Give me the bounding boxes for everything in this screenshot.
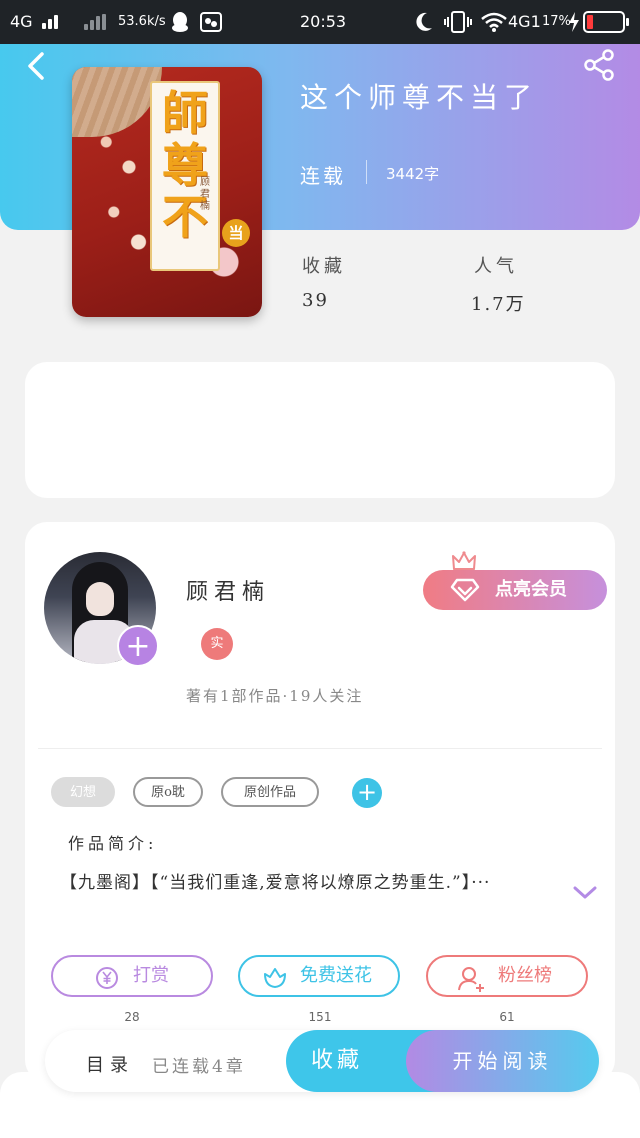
- stat-value-popularity: 1.7万: [471, 294, 526, 315]
- stat-label-popularity: 人气: [474, 256, 518, 277]
- send-flower-button[interactable]: 免费送花: [238, 955, 400, 997]
- serial-info[interactable]: 已连载4章: [152, 1052, 246, 1077]
- avatar-face: [86, 582, 114, 616]
- fan-rank-button-label: 粉丝榜: [498, 965, 552, 986]
- empty-card: [25, 362, 615, 498]
- flower-icon: [264, 968, 286, 988]
- network-speed: 53.6k/s: [118, 14, 166, 29]
- verified-badge: 实: [201, 628, 233, 660]
- network-type: 4G: [10, 12, 33, 31]
- moon-icon: [416, 12, 432, 31]
- chevron-down-icon[interactable]: [572, 884, 598, 902]
- share-icon[interactable]: [582, 48, 616, 82]
- vip-button-label: 点亮会员: [495, 579, 567, 600]
- diamond-icon: [450, 578, 480, 602]
- yen-icon: [96, 967, 118, 989]
- intro-label: 作品简介:: [68, 834, 158, 853]
- cover-author-art: 顾君楠: [200, 177, 210, 212]
- qq-icon: [172, 12, 188, 32]
- add-tag-button[interactable]: +: [352, 778, 382, 808]
- intro-text: 【九墨阁】【“当我们重逢,爱意将以燎原之势重生.”】···: [60, 873, 491, 893]
- toc-button[interactable]: 目录: [86, 1051, 134, 1077]
- battery-icon: [583, 11, 629, 33]
- cover-fan-art: [72, 67, 162, 137]
- book-title: 这个师尊不当了: [300, 81, 539, 114]
- tip-button[interactable]: 打赏: [51, 955, 213, 997]
- status-divider: [366, 160, 367, 184]
- fan-count: 61: [499, 1010, 515, 1024]
- tag-fantasy[interactable]: 幻想: [51, 777, 115, 807]
- author-name[interactable]: 顾君楠: [186, 574, 270, 606]
- clock: 20:53: [300, 12, 347, 31]
- tag-bl[interactable]: 原o耽: [133, 777, 203, 807]
- author-stats: 著有1部作品·19人关注: [186, 687, 364, 705]
- signal-icon: [42, 14, 60, 33]
- follow-plus-icon[interactable]: +: [117, 625, 159, 667]
- tip-button-label: 打赏: [133, 965, 169, 986]
- battery-percent: 17%: [542, 14, 571, 29]
- flower-count: 151: [308, 1010, 332, 1024]
- cover-title-art: 師尊不: [162, 86, 208, 244]
- cover-badge: 当: [222, 219, 250, 247]
- crown-icon: [452, 551, 476, 570]
- fan-rank-button[interactable]: 粉丝榜: [426, 955, 588, 997]
- network-type-2: 4G1: [508, 12, 541, 31]
- charging-icon: [569, 12, 579, 32]
- section-divider: [38, 748, 602, 749]
- stat-label-collect: 收藏: [302, 256, 346, 277]
- vip-button[interactable]: 点亮会员: [423, 570, 607, 610]
- send-flower-button-label: 免费送花: [300, 965, 372, 986]
- start-reading-button[interactable]: 开始阅读: [406, 1030, 599, 1092]
- tag-original[interactable]: 原创作品: [221, 777, 319, 807]
- stat-value-collect: 39: [302, 290, 329, 311]
- status-bar: 4G 53.6k/s 20:53 4G1 17%: [0, 0, 640, 44]
- tip-count: 28: [124, 1010, 140, 1024]
- book-status: 连载: [300, 164, 346, 188]
- word-count: 3442字: [386, 165, 440, 183]
- user-rank-icon: [458, 967, 484, 992]
- book-cover[interactable]: 師尊不 顾君楠 当: [72, 67, 262, 317]
- wifi-icon: [481, 12, 507, 32]
- vibrate-icon: [444, 11, 472, 33]
- gallery-icon: [200, 12, 222, 32]
- signal-icon-2: [84, 14, 108, 34]
- back-icon[interactable]: [22, 50, 54, 82]
